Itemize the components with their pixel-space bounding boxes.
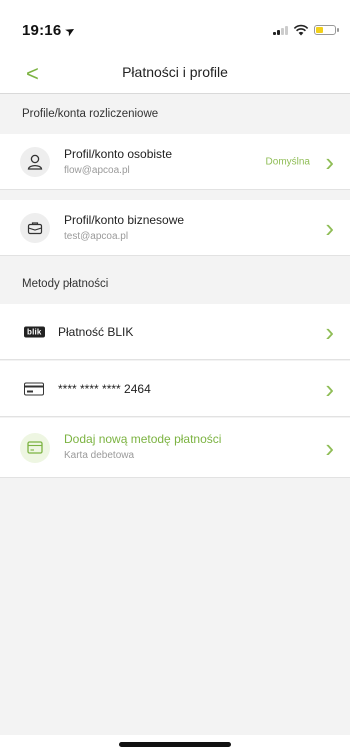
- location-arrow-icon: ➤: [62, 22, 79, 40]
- add-card-icon: [20, 432, 50, 463]
- briefcase-icon: [20, 212, 50, 243]
- home-indicator[interactable]: [119, 742, 231, 747]
- section-header-profiles: Profile/konta rozliczeniowe: [0, 94, 350, 134]
- payment-row-blik[interactable]: blik Płatność BLIK ›: [0, 304, 350, 360]
- status-icons: [273, 24, 339, 36]
- section-header-payments: Metody płatności: [0, 264, 350, 304]
- profile-email: flow@apcoa.pl: [64, 165, 130, 176]
- add-payment-title: Dodaj nową metodę płatności: [64, 432, 222, 446]
- navigation-bar: < Płatności i profile: [0, 58, 350, 94]
- chevron-right-icon: ›: [325, 432, 334, 463]
- profile-row-personal[interactable]: Profil/konto osobiste flow@apcoa.pl Domy…: [0, 134, 350, 190]
- blik-label: Płatność BLIK: [58, 324, 134, 339]
- chevron-right-icon: ›: [325, 373, 334, 404]
- default-badge: Domyślna: [265, 156, 310, 167]
- chevron-right-icon: ›: [325, 316, 334, 347]
- battery-icon: [314, 25, 339, 35]
- chevron-right-icon: ›: [325, 212, 334, 243]
- payment-row-card[interactable]: **** **** **** 2464 ›: [0, 361, 350, 417]
- card-number: **** **** **** 2464: [58, 381, 151, 396]
- add-payment-method-row[interactable]: Dodaj nową metodę płatności Karta debeto…: [0, 418, 350, 478]
- status-bar: 19:16➤: [0, 0, 350, 58]
- status-time: 19:16➤: [22, 22, 79, 40]
- signal-icon: [273, 25, 288, 35]
- profile-title: Profil/konto biznesowe: [64, 213, 185, 227]
- blik-logo-icon: blik: [24, 326, 45, 337]
- add-payment-subtitle: Karta debetowa: [64, 450, 135, 461]
- person-icon: [20, 146, 50, 177]
- profile-email: test@apcoa.pl: [64, 231, 129, 242]
- wifi-icon: [293, 24, 309, 36]
- profile-row-business[interactable]: Profil/konto biznesowe test@apcoa.pl ›: [0, 200, 350, 256]
- page-title: Płatności i profile: [122, 64, 228, 80]
- chevron-right-icon: ›: [325, 146, 334, 177]
- profile-title: Profil/konto osobiste: [64, 147, 173, 161]
- credit-card-icon: [24, 382, 44, 395]
